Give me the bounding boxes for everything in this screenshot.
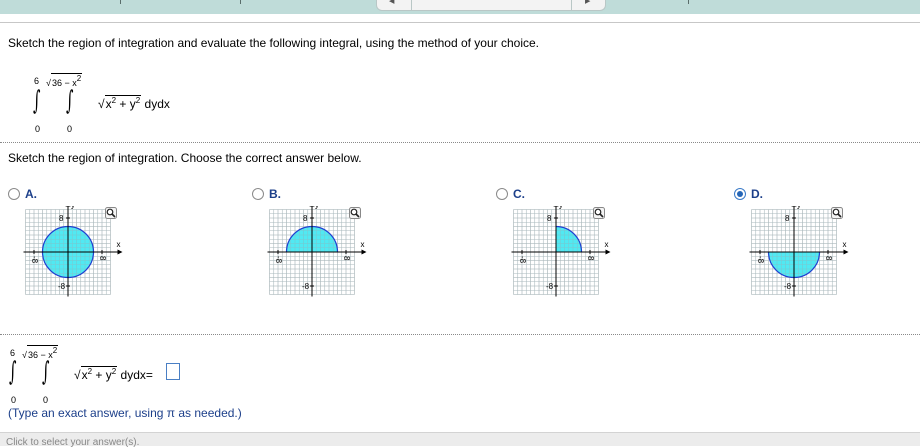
integrand: √x2 + y2 dydx bbox=[98, 95, 170, 111]
y-axis-arrow bbox=[553, 206, 559, 207]
y-tick-label-positive: 8 bbox=[59, 214, 64, 223]
status-text: Click to select your answer(s). bbox=[6, 437, 140, 448]
y-tick-label-positive: 8 bbox=[547, 214, 552, 223]
region-graph: y x 8 -8 8 -8 bbox=[23, 206, 123, 297]
x-tick-label-positive: 8 bbox=[824, 256, 833, 261]
integrand: √x2 + y2 dydx= bbox=[74, 366, 153, 382]
toolbar-tick bbox=[240, 0, 241, 4]
inner-lower-limit: 0 bbox=[67, 124, 73, 134]
option-label: A. bbox=[25, 187, 37, 201]
outer-upper-limit: 6 bbox=[34, 76, 40, 86]
zoom-icon[interactable] bbox=[349, 207, 361, 219]
integral-sign-inner: ∫ bbox=[42, 357, 50, 387]
radio-button[interactable] bbox=[8, 188, 20, 200]
x-tick-label-positive: 8 bbox=[586, 256, 595, 261]
y-tick-label-negative: -8 bbox=[546, 282, 554, 291]
y-axis-arrow bbox=[791, 206, 797, 207]
inner-lower-limit: 0 bbox=[43, 395, 49, 405]
y-axis-label: y bbox=[797, 206, 801, 210]
radio-button[interactable] bbox=[252, 188, 264, 200]
radio-button[interactable] bbox=[734, 188, 746, 200]
y-tick-label-negative: -8 bbox=[302, 282, 310, 291]
option-label: B. bbox=[269, 187, 281, 201]
x-axis-arrow bbox=[605, 249, 611, 255]
toolbar-tick bbox=[120, 0, 121, 4]
question-nav: ◀ ▶ bbox=[376, 0, 606, 11]
y-axis-label: y bbox=[315, 206, 319, 210]
nav-separator bbox=[571, 0, 572, 10]
separator bbox=[0, 22, 920, 23]
y-axis-label: y bbox=[71, 206, 75, 210]
region-graph: y x 8 -8 8 -8 bbox=[511, 206, 611, 297]
part1-prompt: Sketch the region of integration. Choose… bbox=[8, 151, 362, 165]
integral-sign-outer: ∫ bbox=[9, 357, 17, 387]
option-label: C. bbox=[513, 187, 525, 201]
x-tick-label-negative: -8 bbox=[756, 256, 765, 264]
x-axis-arrow bbox=[843, 249, 849, 255]
zoom-icon[interactable] bbox=[831, 207, 843, 219]
y-tick-label-negative: -8 bbox=[58, 282, 66, 291]
nav-separator bbox=[411, 0, 412, 10]
x-axis-arrow bbox=[361, 249, 367, 255]
integral-sign-outer: ∫ bbox=[33, 86, 41, 116]
x-axis-label: x bbox=[361, 240, 365, 249]
outer-lower-limit: 0 bbox=[11, 395, 17, 405]
y-tick-label-positive: 8 bbox=[303, 214, 308, 223]
zoom-icon[interactable] bbox=[593, 207, 605, 219]
top-toolbar: ◀ ▶ bbox=[0, 0, 920, 14]
radio-button[interactable] bbox=[496, 188, 508, 200]
divider bbox=[0, 142, 920, 143]
x-tick-label-positive: 8 bbox=[98, 256, 107, 261]
answer-input[interactable] bbox=[166, 363, 180, 380]
x-tick-label-positive: 8 bbox=[342, 256, 351, 261]
previous-question-button[interactable]: ◀ bbox=[389, 0, 394, 5]
inner-upper-limit: √36 − x2 bbox=[22, 345, 59, 360]
region-graph: y x 8 -8 8 -8 bbox=[267, 206, 367, 297]
x-axis-label: x bbox=[843, 240, 847, 249]
y-tick-label-positive: 8 bbox=[785, 214, 790, 223]
region-graph: y x 8 -8 8 -8 bbox=[749, 206, 849, 297]
status-bar: Click to select your answer(s). bbox=[0, 432, 920, 448]
y-tick-label-negative: -8 bbox=[784, 282, 792, 291]
zoom-icon[interactable] bbox=[105, 207, 117, 219]
outer-lower-limit: 0 bbox=[35, 124, 41, 134]
x-tick-label-negative: -8 bbox=[274, 256, 283, 264]
y-axis-arrow bbox=[65, 206, 71, 207]
y-axis-arrow bbox=[309, 206, 315, 207]
next-question-button[interactable]: ▶ bbox=[585, 0, 590, 5]
x-axis-label: x bbox=[605, 240, 609, 249]
x-tick-label-negative: -8 bbox=[30, 256, 39, 264]
answer-hint: (Type an exact answer, using π as needed… bbox=[8, 406, 242, 420]
x-axis-arrow bbox=[117, 249, 123, 255]
question-instructions: Sketch the region of integration and eva… bbox=[8, 36, 540, 50]
integral-sign-inner: ∫ bbox=[66, 86, 74, 116]
inner-upper-limit: √36 − x2 bbox=[46, 73, 83, 88]
x-axis-label: x bbox=[117, 240, 121, 249]
x-tick-label-negative: -8 bbox=[518, 256, 527, 264]
y-axis-label: y bbox=[559, 206, 563, 210]
divider bbox=[0, 334, 920, 335]
toolbar-tick bbox=[688, 0, 689, 4]
option-label: D. bbox=[751, 187, 763, 201]
